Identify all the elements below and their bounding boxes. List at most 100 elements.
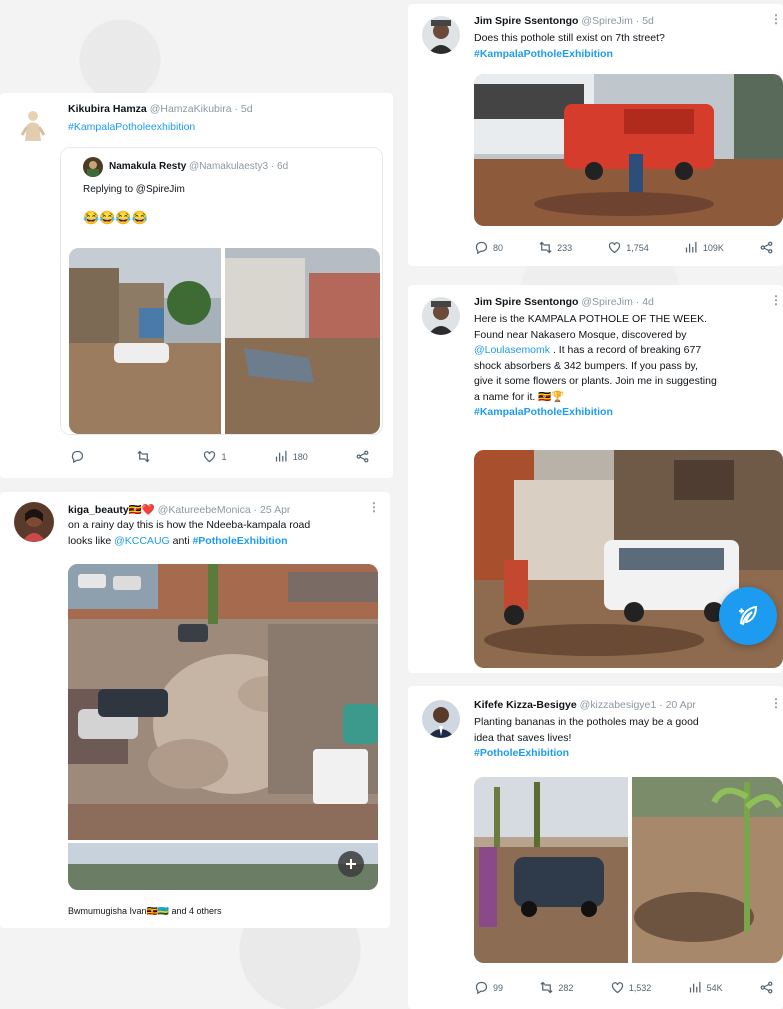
author-handle[interactable]: @KatureebeMonica · 25 Apr <box>158 504 291 516</box>
post-text-segment: . It has a record of breaking 677 <box>550 344 702 356</box>
views-button[interactable]: 109K <box>684 240 724 255</box>
mention-link[interactable]: @Loulasemomk <box>474 344 550 356</box>
views-icon <box>275 450 287 462</box>
quote-author-name[interactable]: Namakula Resty <box>109 161 186 172</box>
like-button[interactable]: 1,532 <box>610 980 652 995</box>
post-text-line: a name for it. 🇺🇬🏆 <box>474 390 565 403</box>
more-options-icon[interactable]: ⋮ <box>770 293 783 307</box>
views-count: 54K <box>706 982 723 993</box>
post-media[interactable] <box>474 74 783 226</box>
author-name[interactable]: Kifefe Kizza-Besigye <box>474 699 577 711</box>
reply-button[interactable]: 80 <box>474 240 503 255</box>
share-icon <box>760 241 773 254</box>
avatar[interactable] <box>422 700 460 738</box>
views-button[interactable]: 180 <box>274 449 308 464</box>
reply-button[interactable] <box>70 449 89 464</box>
avatar[interactable] <box>14 502 54 542</box>
post-card-jim-spire-1[interactable]: Jim Spire Ssentongo @SpireJim · 5d ⋮ Doe… <box>408 4 783 266</box>
post-media[interactable] <box>68 564 378 890</box>
hashtag-link[interactable]: #PotholeExhibition <box>474 746 779 762</box>
like-button[interactable]: 1 <box>202 449 226 464</box>
avatar-photo-icon <box>427 707 455 738</box>
share-icon <box>356 450 369 463</box>
like-count: 1 <box>221 451 227 462</box>
action-bar: 99 282 1,532 54K <box>474 980 774 995</box>
author-name[interactable]: kiga_beauty🇺🇬❤️ <box>68 504 155 516</box>
share-button[interactable] <box>355 449 370 464</box>
post-card-kikubira[interactable]: Kikubira Hamza @HamzaKikubira · 5d #Kamp… <box>0 93 393 478</box>
author-line: Jim Spire Ssentongo @SpireJim · 4d <box>474 296 654 308</box>
reply-button[interactable]: 99 <box>474 980 503 995</box>
post-text-segment: anti <box>169 534 193 547</box>
author-handle[interactable]: @SpireJim · 4d <box>581 296 654 308</box>
author-name[interactable]: Jim Spire Ssentongo <box>474 296 578 308</box>
share-button[interactable] <box>759 980 774 995</box>
post-text-line: Here is the KAMPALA POTHOLE OF THE WEEK. <box>474 313 708 325</box>
hashtag-link[interactable]: #KampalaPotholeExhibition <box>474 405 779 421</box>
author-handle[interactable]: @HamzaKikubira · 5d <box>150 103 253 115</box>
reply-count: 99 <box>493 982 504 993</box>
post-text-line: Planting bananas in the potholes may be … <box>474 716 699 728</box>
post-text: Does this pothole still exist on 7th str… <box>474 31 665 62</box>
views-icon <box>685 241 697 253</box>
post-text: on a rainy day this is how the Ndeeba-ka… <box>68 518 383 549</box>
more-options-icon[interactable]: ⋮ <box>770 696 783 710</box>
bananas-in-potholes-photo <box>474 777 783 963</box>
quote-avatar[interactable] <box>83 157 103 177</box>
hashtag-link[interactable]: #KampalaPotholeExhibition <box>474 47 665 63</box>
quote-author-handle[interactable]: @Namakulaesty3 · 6d <box>189 161 288 172</box>
post-text-line: idea that saves lives! <box>474 731 572 744</box>
quote-media[interactable] <box>69 248 380 434</box>
quote-emoji-text: 😂😂😂😂 <box>83 210 148 225</box>
author-name[interactable]: Jim Spire Ssentongo <box>474 15 578 27</box>
reply-icon <box>475 241 488 255</box>
repost-button[interactable]: 233 <box>538 240 572 255</box>
feather-compose-icon <box>739 605 758 626</box>
author-handle[interactable]: @kizzabesigye1 · 20 Apr <box>580 699 696 711</box>
views-count: 109K <box>702 242 724 253</box>
like-count: 1,532 <box>628 982 652 993</box>
hashtag-link[interactable]: #PotholeExhibition <box>192 535 287 547</box>
flooded-street-photo <box>69 248 380 434</box>
author-line: kiga_beauty🇺🇬❤️ @KatureebeMonica · 25 Ap… <box>68 503 290 516</box>
post-text-line: Found near Nakasero Mosque, discovered b… <box>474 328 687 341</box>
quoted-post[interactable]: Namakula Resty @Namakulaesty3 · 6d Reply… <box>60 147 383 435</box>
author-line: Kifefe Kizza-Besigye @kizzabesigye1 · 20… <box>474 699 696 711</box>
quote-avatar-icon <box>87 161 99 177</box>
post-card-kifefe[interactable]: Kifefe Kizza-Besigye @kizzabesigye1 · 20… <box>408 686 783 1009</box>
mention-link[interactable]: @KCCAUG <box>114 535 170 547</box>
post-text-line: Does this pothole still exist on 7th str… <box>474 32 665 44</box>
share-icon <box>760 981 773 994</box>
reply-icon <box>71 450 84 464</box>
hashtag-link[interactable]: #KampalaPotholeexhibition <box>68 121 195 133</box>
author-name[interactable]: Kikubira Hamza <box>68 103 147 115</box>
views-button[interactable]: 54K <box>688 980 723 995</box>
compose-post-button[interactable] <box>719 587 777 645</box>
avatar[interactable] <box>14 105 52 143</box>
action-bar: 1 180 <box>70 449 370 464</box>
quote-author-line: Namakula Resty @Namakulaesty3 · 6d <box>109 161 288 172</box>
liked-by-footer[interactable]: Bwmumugisha Ivan🇺🇬🇷🇼 and 4 others <box>68 904 221 920</box>
post-text-line: @Loulasemomk . It has a record of breaki… <box>474 343 779 359</box>
post-media[interactable] <box>474 777 783 963</box>
author-line: Kikubira Hamza @HamzaKikubira · 5d <box>68 103 253 115</box>
post-card-jim-spire-2[interactable]: Jim Spire Ssentongo @SpireJim · 4d ⋮ Her… <box>408 285 783 673</box>
author-handle[interactable]: @SpireJim · 5d <box>581 15 654 27</box>
author-line: Jim Spire Ssentongo @SpireJim · 5d <box>474 15 654 27</box>
post-card-kiga-beauty[interactable]: kiga_beauty🇺🇬❤️ @KatureebeMonica · 25 Ap… <box>0 492 390 928</box>
repost-button[interactable]: 282 <box>539 980 573 995</box>
post-text-line: on a rainy day this is how the Ndeeba-ka… <box>68 519 311 531</box>
post-text-line: looks like @KCCAUG anti #PotholeExhibiti… <box>68 534 383 550</box>
reply-count: 80 <box>493 242 504 253</box>
more-options-icon[interactable]: ⋮ <box>368 500 381 514</box>
share-button[interactable] <box>759 240 774 255</box>
more-options-icon[interactable]: ⋮ <box>770 12 783 26</box>
heart-icon <box>204 451 216 463</box>
like-button[interactable]: 1,754 <box>607 240 649 255</box>
avatar[interactable] <box>422 297 460 335</box>
avatar[interactable] <box>422 16 460 54</box>
repost-button[interactable] <box>136 449 155 464</box>
post-text: #KampalaPotholeexhibition <box>68 120 195 136</box>
avatar-photo-icon <box>22 509 46 542</box>
repost-count: 282 <box>558 982 574 993</box>
